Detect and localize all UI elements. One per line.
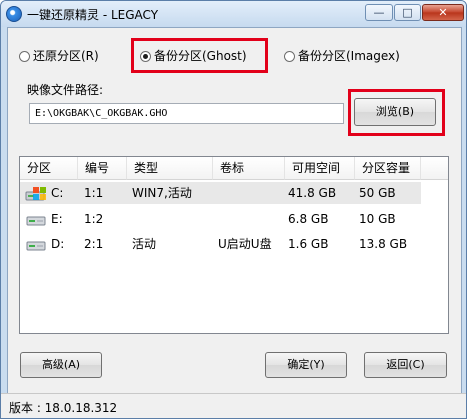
minimize-icon: — bbox=[373, 6, 385, 19]
status-bar: 版本 : 18.0.18.312 bbox=[1, 393, 466, 418]
radio-backup-imagex[interactable]: 备份分区(Imagex) bbox=[284, 47, 400, 65]
radio-backup-imagex-indicator[interactable] bbox=[284, 51, 295, 62]
table-row[interactable]: E: 1:2 6.8 GB 10 GB bbox=[20, 208, 448, 230]
radio-backup-ghost[interactable]: 备份分区(Ghost) bbox=[140, 47, 247, 65]
maximize-button[interactable]: □ bbox=[394, 4, 421, 21]
version-text: 版本 : 18.0.18.312 bbox=[9, 401, 118, 415]
table-row[interactable]: C: 1:1 WIN7,活动 41.8 GB 50 GB bbox=[20, 182, 448, 204]
cell-drive: D: bbox=[51, 237, 65, 251]
cell-capacity: 13.8 GB bbox=[359, 237, 408, 251]
cell-number: 2:1 bbox=[84, 237, 104, 251]
cell-type: WIN7,活动 bbox=[127, 182, 213, 204]
table-row[interactable]: D: 2:1 活动 U启动U盘 1.6 GB 13.8 GB bbox=[20, 233, 448, 255]
browse-button[interactable]: 浏览(B) bbox=[354, 98, 436, 126]
maximize-icon: □ bbox=[402, 6, 413, 19]
minimize-button[interactable]: — bbox=[365, 4, 393, 21]
app-window: 一键还原精灵 - LEGACY — □ ✕ 还原分区(R) 备份分区(Ghost… bbox=[0, 0, 467, 419]
image-path-label: 映像文件路径: bbox=[27, 83, 104, 97]
app-logo-icon bbox=[6, 6, 22, 22]
cell-capacity: 10 GB bbox=[359, 212, 396, 226]
radio-backup-ghost-label: 备份分区(Ghost) bbox=[154, 49, 247, 63]
partition-table[interactable]: 分区 编号 类型 卷标 可用空间 分区容量 C: 1:1 WIN7,活动 41.… bbox=[19, 156, 449, 334]
hard-drive-icon bbox=[26, 216, 46, 226]
radio-backup-imagex-label: 备份分区(Imagex) bbox=[298, 49, 400, 63]
column-header-capacity[interactable]: 分区容量 bbox=[355, 157, 421, 180]
cell-free-space: 41.8 GB bbox=[285, 182, 355, 204]
hard-drive-icon bbox=[26, 241, 46, 251]
cell-label bbox=[213, 208, 285, 230]
column-header-free-space[interactable]: 可用空间 bbox=[285, 157, 355, 180]
cell-number: 1:1 bbox=[78, 182, 127, 204]
cell-drive: C: bbox=[47, 182, 78, 204]
cell-label: U启动U盘 bbox=[218, 237, 272, 251]
cell-type bbox=[127, 208, 213, 230]
column-header-number[interactable]: 编号 bbox=[78, 157, 127, 180]
system-drive-icon bbox=[25, 187, 46, 201]
close-button[interactable]: ✕ bbox=[422, 4, 464, 21]
column-header-filler bbox=[421, 157, 448, 180]
radio-restore-label: 还原分区(R) bbox=[33, 49, 99, 63]
advanced-button[interactable]: 高级(A) bbox=[20, 352, 102, 378]
table-header: 分区 编号 类型 卷标 可用空间 分区容量 bbox=[20, 157, 448, 181]
column-header-partition[interactable]: 分区 bbox=[20, 157, 78, 180]
column-header-type[interactable]: 类型 bbox=[127, 157, 213, 180]
close-icon: ✕ bbox=[438, 6, 448, 19]
radio-restore[interactable]: 还原分区(R) bbox=[19, 47, 99, 65]
radio-backup-ghost-indicator[interactable] bbox=[140, 51, 151, 62]
cell-drive: E: bbox=[51, 212, 63, 226]
window-title: 一键还原精灵 - LEGACY bbox=[27, 8, 159, 22]
cell-label bbox=[213, 182, 285, 204]
back-button[interactable]: 返回(C) bbox=[364, 352, 447, 378]
cell-number: 1:2 bbox=[84, 212, 104, 226]
radio-restore-indicator[interactable] bbox=[19, 51, 30, 62]
cell-capacity: 50 GB bbox=[355, 182, 421, 204]
cell-type: 活动 bbox=[132, 237, 157, 251]
cell-free-space: 1.6 GB bbox=[288, 237, 329, 251]
column-header-label[interactable]: 卷标 bbox=[213, 157, 285, 180]
image-path-input[interactable]: E:\OKGBAK\C_OKGBAK.GHO bbox=[29, 103, 344, 124]
cell-free-space: 6.8 GB bbox=[288, 212, 329, 226]
ok-button[interactable]: 确定(Y) bbox=[265, 352, 347, 378]
title-bar[interactable]: 一键还原精灵 - LEGACY — □ ✕ bbox=[1, 1, 466, 27]
